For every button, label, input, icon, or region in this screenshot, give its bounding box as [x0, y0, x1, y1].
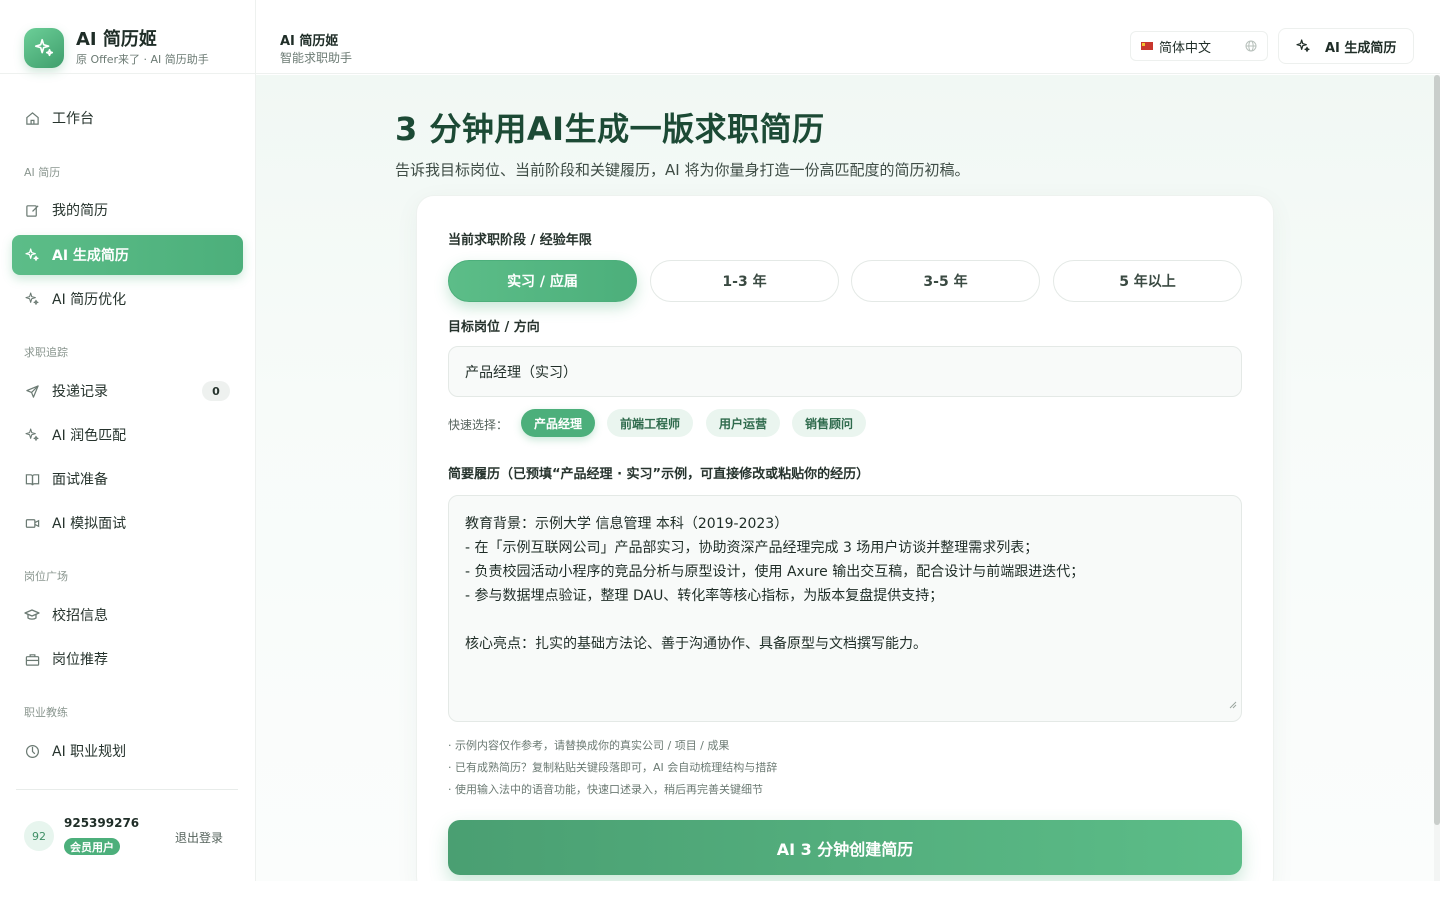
member-badge: 会员用户 — [64, 838, 120, 855]
resume-line: 核心亮点：扎实的基础方法论、善于沟通协作、具备原型与文档撰写能力。 — [465, 636, 927, 652]
sidebar-item-ai-polish[interactable]: AI 润色匹配 — [12, 415, 243, 455]
language-label: 简体中文 — [1159, 40, 1212, 56]
sidebar-item-workbench[interactable]: 工作台 — [12, 98, 243, 138]
sidebar-item-job-recommend[interactable]: 岗位推荐 — [12, 639, 243, 679]
sidebar-item-label: AI 简历优化 — [52, 292, 127, 308]
resume-line: - 在「示例互联网公司」产品部实习，协助资深产品经理完成 3 场用户访谈并整理需… — [465, 540, 1039, 556]
briefcase-icon — [24, 651, 40, 667]
sidebar-item-ai-generate[interactable]: AI 生成简历 — [12, 235, 243, 275]
send-icon — [24, 383, 40, 399]
resume-label: 简要履历（已预填“产品经理 · 实习”示例，可直接修改或粘贴你的经历） — [448, 467, 870, 482]
sidebar-item-mock-interview[interactable]: AI 模拟面试 — [12, 503, 243, 543]
stage-option-3-5-years[interactable]: 3-5 年 — [851, 260, 1040, 302]
target-role-input[interactable]: 产品经理（实习） — [448, 346, 1242, 397]
divider — [16, 789, 238, 790]
header-title: AI 简历姬 — [280, 34, 339, 49]
graduation-cap-icon — [24, 607, 40, 623]
scrollbar[interactable] — [1434, 75, 1440, 881]
resume-line-blank — [465, 608, 1225, 632]
sidebar-item-label: 校招信息 — [52, 608, 108, 624]
page-title: 3 分钟用AI生成一版求职简历 — [395, 110, 825, 148]
sidebar-item-label: AI 职业规划 — [52, 744, 127, 760]
compass-icon — [24, 743, 40, 759]
stage-option-5-plus-years[interactable]: 5 年以上 — [1053, 260, 1242, 302]
sidebar-item-my-resume[interactable]: 我的简历 — [12, 190, 243, 230]
sidebar-item-interview-prep[interactable]: 面试准备 — [12, 459, 243, 499]
china-flag-icon — [1141, 42, 1153, 50]
header-subtitle: 智能求职助手 — [280, 51, 353, 65]
scrollbar-thumb[interactable] — [1434, 75, 1440, 825]
book-icon — [24, 471, 40, 487]
applications-count-badge: 0 — [202, 381, 230, 401]
sparkle-icon — [1295, 38, 1311, 54]
sidebar-item-label: 面试准备 — [52, 472, 108, 488]
section-title-tracking: 求职追踪 — [24, 346, 68, 359]
resume-line: 教育背景：示例大学 信息管理 本科（2019-2023） — [465, 516, 789, 532]
sidebar-item-applications[interactable]: 投递记录 0 — [12, 371, 243, 411]
quick-chip-product-manager[interactable]: 产品经理 — [521, 409, 596, 437]
language-select[interactable]: 简体中文 — [1130, 31, 1268, 61]
quick-select-label: 快速选择： — [448, 418, 509, 432]
header-button-label: AI 生成简历 — [1325, 40, 1397, 56]
sidebar-item-label: 我的简历 — [52, 203, 108, 219]
sparkle-icon — [24, 291, 40, 307]
top-header: AI 简历姬 智能求职助手 简体中文 AI 生成简历 — [256, 0, 1440, 74]
sidebar-item-label: AI 润色匹配 — [52, 428, 127, 444]
avatar[interactable]: 92 — [24, 821, 54, 851]
sidebar-item-campus[interactable]: 校招信息 — [12, 595, 243, 635]
resume-line: - 负责校园活动小程序的竞品分析与原型设计，使用 Axure 输出交互稿，配合设… — [465, 564, 1085, 580]
section-title-resume: AI 简历 — [24, 166, 61, 179]
divider — [0, 73, 255, 74]
brand[interactable]: AI 简历姬 原 Offer来了 · AI 简历助手 — [24, 26, 244, 70]
brand-subtitle: 原 Offer来了 · AI 简历助手 — [76, 52, 209, 66]
logout-button[interactable]: 退出登录 — [175, 829, 223, 846]
hint-text: · 使用输入法中的语音功能，快速口述录入，稍后再完善关键细节 — [448, 783, 763, 796]
video-icon — [24, 515, 40, 531]
sidebar-item-label: 工作台 — [52, 111, 94, 127]
quick-chip-frontend-engineer[interactable]: 前端工程师 — [607, 409, 694, 437]
user-name: 925399276 — [64, 816, 140, 830]
section-title-jobs: 岗位广场 — [24, 570, 68, 583]
ai-generate-resume-button[interactable]: AI 生成简历 — [1278, 28, 1414, 64]
create-resume-button[interactable]: AI 3 分钟创建简历 — [448, 820, 1242, 875]
page-subtitle: 告诉我目标岗位、当前阶段和关键履历，AI 将为你量身打造一份高匹配度的简历初稿。 — [395, 161, 970, 179]
sidebar-item-label: 岗位推荐 — [52, 652, 108, 668]
sidebar-item-label: AI 模拟面试 — [52, 516, 127, 532]
viewport-bottom-edge — [0, 881, 1440, 900]
stage-option-intern[interactable]: 实习 / 应届 — [448, 260, 637, 302]
section-title-coach: 职业教练 — [24, 706, 68, 719]
sidebar-item-career-plan[interactable]: AI 职业规划 — [12, 731, 243, 771]
resume-line: - 参与数据埋点验证，整理 DAU、转化率等核心指标，为版本复盘提供支持； — [465, 588, 944, 604]
stage-option-1-3-years[interactable]: 1-3 年 — [650, 260, 839, 302]
resize-handle-icon[interactable] — [1229, 693, 1237, 717]
sparkle-icon — [24, 247, 40, 263]
resume-textarea[interactable]: 教育背景：示例大学 信息管理 本科（2019-2023） - 在「示例互联网公司… — [448, 495, 1242, 722]
stage-label: 当前求职阶段 / 经验年限 — [448, 233, 592, 248]
edit-document-icon — [24, 202, 40, 218]
sparkle-logo-icon — [24, 28, 64, 68]
brand-title: AI 简历姬 — [76, 28, 157, 50]
quick-chip-user-operations[interactable]: 用户运营 — [706, 409, 781, 437]
globe-icon — [1245, 40, 1257, 56]
hint-text: · 示例内容仅作参考，请替换成你的真实公司 / 项目 / 成果 — [448, 739, 730, 752]
sidebar-item-ai-optimize[interactable]: AI 简历优化 — [12, 279, 243, 319]
role-label: 目标岗位 / 方向 — [448, 320, 540, 335]
hint-text: · 已有成熟简历？复制粘贴关键段落即可，AI 会自动梳理结构与措辞 — [448, 761, 778, 774]
sidebar: AI 简历姬 原 Offer来了 · AI 简历助手 工作台 AI 简历 我的简… — [0, 0, 256, 900]
quick-chip-sales-consultant[interactable]: 销售顾问 — [792, 409, 867, 437]
sparkle-icon — [24, 427, 40, 443]
home-icon — [24, 110, 40, 126]
sidebar-item-label: AI 生成简历 — [52, 248, 129, 264]
sidebar-item-label: 投递记录 — [52, 384, 108, 400]
